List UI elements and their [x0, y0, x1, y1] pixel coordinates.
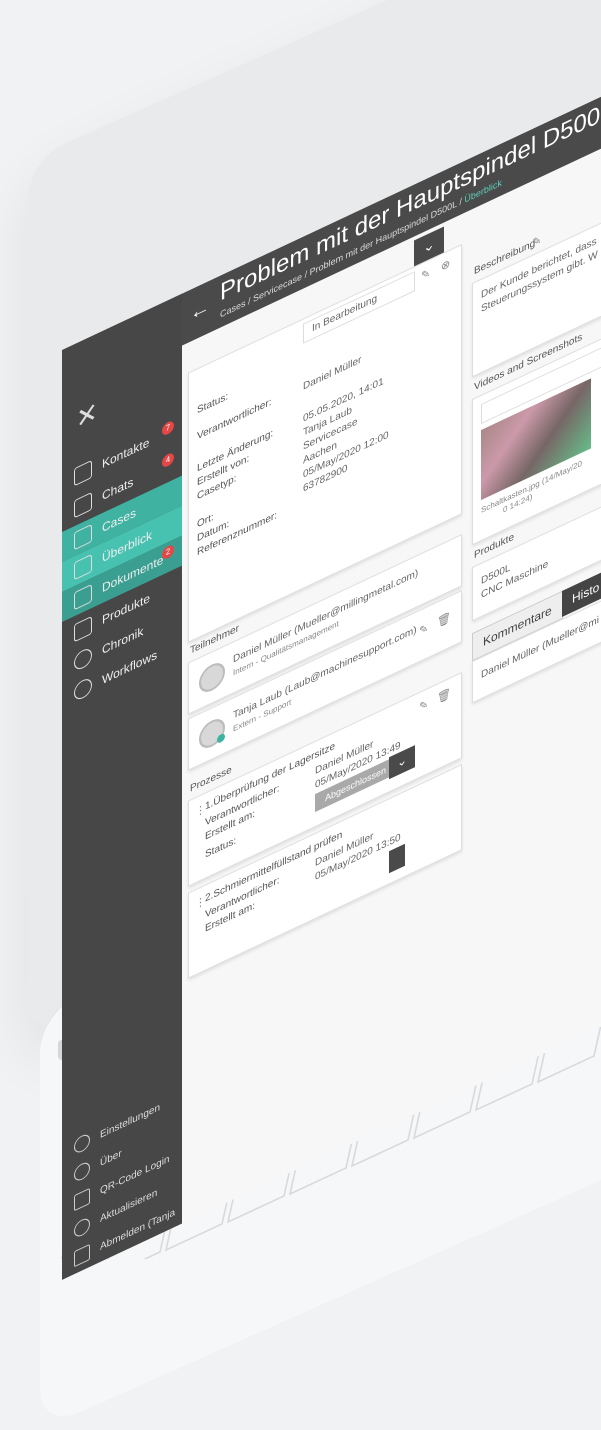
sidebar: ✕ Kontakte 7 Chats 4 Cases Überblick Dokum… [62, 293, 182, 1281]
status-select-value: In Bearbeitung [312, 292, 378, 335]
status-label: Status: [197, 390, 229, 417]
chevron-down-icon[interactable] [389, 843, 405, 874]
responsible-value: Daniel Müller [303, 354, 362, 393]
products-icon [74, 615, 92, 643]
avatar [199, 658, 225, 697]
history-icon [74, 645, 92, 673]
logout-icon [74, 1243, 90, 1268]
info-icon [74, 1159, 90, 1184]
workflow-icon [74, 675, 92, 703]
edit-icon[interactable]: ✎ [421, 266, 430, 283]
trash-icon[interactable]: 🗑 [437, 610, 451, 630]
edit-icon[interactable]: ✎ [419, 697, 428, 714]
edit-icon[interactable]: ✎ [419, 621, 428, 638]
trash-icon[interactable]: 🗑 [437, 686, 451, 706]
overview-icon [74, 553, 92, 581]
close-icon[interactable]: ✕ [76, 395, 98, 436]
description-card: Der Kunde berichtet, dass Steuerungssyst… [472, 169, 601, 378]
sidebar-item-label: Chats [102, 474, 134, 504]
contacts-icon [74, 459, 92, 487]
cases-icon [74, 523, 92, 551]
avatar [199, 714, 225, 753]
refresh-icon [74, 1215, 90, 1240]
online-indicator [217, 732, 225, 745]
chat-icon [74, 491, 92, 519]
settings-icon [74, 1131, 90, 1156]
cancel-icon[interactable]: ⊗ [441, 257, 450, 274]
status-select[interactable]: In Bearbeitung [303, 271, 415, 344]
badge: 7 [162, 419, 174, 437]
badge: 4 [162, 451, 174, 469]
qr-code-icon [74, 1187, 90, 1212]
badge: 2 [162, 543, 174, 561]
edit-icon[interactable]: ✎ [532, 233, 541, 250]
sidebar-item-label: Über [100, 1147, 122, 1169]
documents-icon [74, 583, 92, 611]
